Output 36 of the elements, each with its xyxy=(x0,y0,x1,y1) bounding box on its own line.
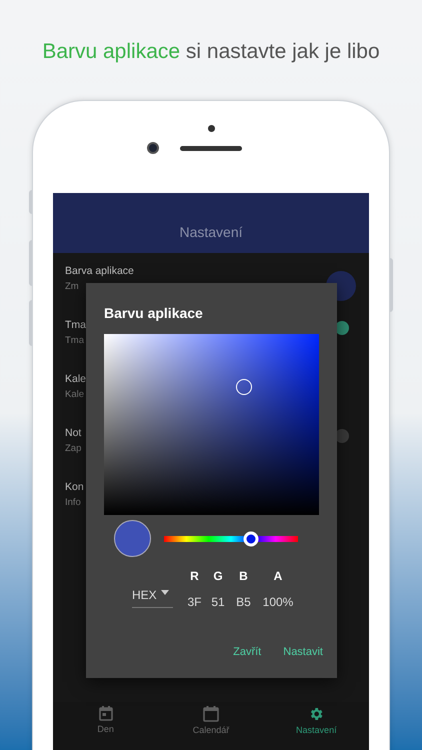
channel-label: R xyxy=(190,568,199,585)
calendar-icon xyxy=(98,706,113,721)
channel-value: 3F xyxy=(187,594,202,611)
setting-title: Barva aplikace xyxy=(65,264,134,278)
channel-label: B xyxy=(239,568,248,585)
setting-subtitle: Kale xyxy=(65,389,84,401)
color-picker-area[interactable] xyxy=(104,334,319,515)
setting-title: Kale xyxy=(65,372,86,386)
speaker-grille xyxy=(180,146,242,151)
app-bar-title: Nastavení xyxy=(179,222,243,242)
format-dropdown[interactable]: HEX xyxy=(132,586,173,608)
setting-subtitle: Tma xyxy=(65,335,84,347)
channel-value: 100% xyxy=(262,594,294,611)
setting-subtitle: Zm xyxy=(65,281,79,293)
dropdown-caret-icon xyxy=(160,590,169,595)
setting-subtitle: Info xyxy=(65,497,81,509)
channel-label: A xyxy=(274,568,282,585)
headline: Barvu aplikace si nastavte jak je libo xyxy=(42,39,380,65)
nav-tab[interactable]: Nastavení xyxy=(264,702,369,750)
color-swatch xyxy=(114,520,151,557)
set-button[interactable]: Nastavit xyxy=(279,642,327,662)
nav-tab[interactable]: Calendář xyxy=(158,702,264,750)
picker-cursor[interactable] xyxy=(236,378,252,395)
channel-label: G xyxy=(213,568,223,585)
slider-thumb[interactable] xyxy=(244,531,259,546)
settings-icon xyxy=(308,706,324,722)
channel-value: B5 xyxy=(236,594,251,611)
dialog-title: Barvu aplikace xyxy=(104,305,203,321)
setting-title: Kon xyxy=(65,480,84,494)
setting-title: Not xyxy=(65,426,82,440)
setting-title: Tma xyxy=(65,318,86,332)
calendar-icon xyxy=(202,706,219,722)
nav-tab[interactable]: Den xyxy=(53,702,158,750)
close-button[interactable]: Zavřít xyxy=(229,642,266,662)
setting-subtitle: Zap xyxy=(65,443,82,455)
channel-value: 51 xyxy=(211,594,225,611)
